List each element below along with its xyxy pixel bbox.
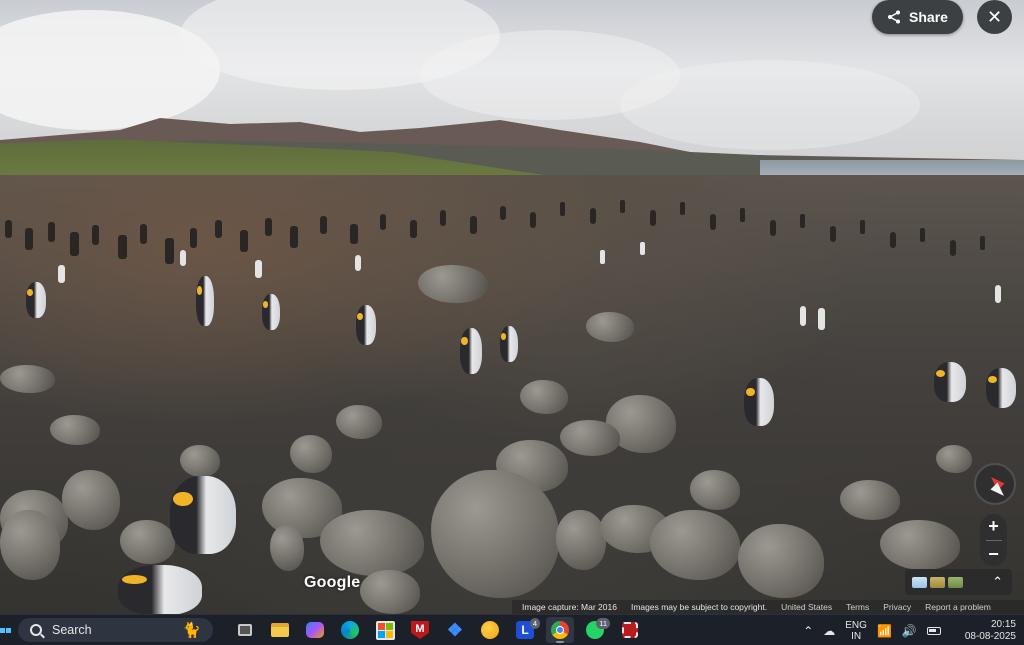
king-penguin — [744, 378, 774, 426]
rock — [62, 470, 120, 530]
rock — [418, 265, 488, 303]
whatsapp-badge: 11 — [596, 618, 610, 629]
rock — [936, 445, 972, 473]
king-penguin — [986, 368, 1016, 408]
terms-link[interactable]: Terms — [846, 602, 869, 612]
zoom-in-button[interactable]: + — [988, 516, 999, 537]
king-penguin — [500, 326, 518, 362]
copyright-notice: Images may be subject to copyright. — [630, 602, 768, 612]
close-button[interactable]: ✕ — [977, 0, 1012, 34]
mcafee-icon[interactable]: M — [406, 617, 434, 643]
image-capture-date: Image capture: Mar 2016 — [522, 602, 617, 612]
volume-icon[interactable]: 🔊 — [902, 624, 917, 638]
zoom-control: + − — [980, 514, 1007, 566]
clock-time: 20:15 — [990, 618, 1016, 630]
zoom-divider — [985, 539, 1002, 541]
share-button[interactable]: Share — [872, 0, 963, 34]
share-label: Share — [909, 9, 948, 25]
system-tray: ⌃ ☁ ENG IN 📶 🔊 20:15 08-08-2025 — [803, 615, 1016, 645]
country-link[interactable]: United States — [781, 602, 832, 612]
imagery-thumbnails[interactable]: ⌃ — [905, 569, 1012, 595]
thumbnail-grass[interactable] — [948, 576, 963, 588]
zoom-out-button[interactable]: − — [988, 544, 999, 565]
app-l-icon[interactable]: L 4 — [511, 617, 540, 643]
rock — [520, 380, 568, 414]
king-penguin — [460, 328, 482, 374]
rock — [180, 445, 220, 477]
clock-date: 08-08-2025 — [964, 630, 1016, 642]
king-penguin — [196, 276, 214, 326]
taskbar-search[interactable]: Search 🐈 — [18, 618, 213, 642]
region-code: IN — [851, 630, 862, 642]
close-icon: ✕ — [986, 6, 1003, 27]
report-problem-link[interactable]: Report a problem — [925, 602, 991, 612]
king-penguin — [170, 476, 236, 554]
language-indicator[interactable]: ENG IN — [845, 620, 867, 642]
king-penguin — [356, 305, 376, 345]
chrome-icon[interactable] — [546, 617, 574, 643]
rock — [586, 312, 634, 342]
battery-icon[interactable] — [926, 626, 941, 635]
compass-icon[interactable] — [974, 463, 1016, 505]
rock — [360, 570, 420, 614]
rock — [50, 415, 100, 445]
file-explorer-icon[interactable] — [266, 617, 294, 643]
start-button[interactable] — [0, 619, 12, 641]
privacy-link[interactable]: Privacy — [883, 602, 911, 612]
king-penguin — [262, 294, 280, 330]
rock — [336, 405, 382, 439]
edge-icon[interactable] — [336, 617, 364, 643]
search-icon — [30, 624, 42, 636]
king-penguin — [118, 565, 202, 614]
penguin-colony — [5, 200, 1001, 330]
attribution-footer: Image capture: Mar 2016 Images may be su… — [512, 600, 1024, 614]
microsoft-store-icon[interactable] — [371, 617, 399, 643]
copilot-icon[interactable] — [301, 617, 329, 643]
search-highlight-icon: 🐈 — [182, 622, 201, 639]
language-code: ENG — [845, 619, 867, 631]
thumbnail-sky[interactable] — [912, 576, 927, 588]
chevron-up-icon[interactable]: ⌃ — [992, 574, 1003, 590]
whatsapp-icon[interactable]: 11 — [581, 617, 610, 643]
rock — [0, 510, 60, 580]
rock — [0, 365, 55, 393]
street-view-panorama[interactable] — [0, 0, 1024, 614]
rock — [290, 435, 332, 473]
active-indicator — [556, 641, 564, 643]
rock — [690, 470, 740, 510]
windows-logo-icon — [0, 627, 5, 633]
thumbnail-ground[interactable] — [930, 576, 945, 588]
dropbox-icon[interactable]: ❖ — [441, 617, 469, 643]
rock — [556, 510, 606, 570]
task-view-icon[interactable] — [231, 617, 259, 643]
app-l-badge: 4 — [529, 618, 540, 629]
rock — [270, 525, 304, 571]
king-penguin — [26, 282, 46, 318]
share-icon — [888, 10, 901, 24]
snipping-tool-icon[interactable] — [616, 617, 644, 643]
clock[interactable]: 20:15 08-08-2025 — [965, 619, 1016, 643]
google-logo: Google — [304, 574, 361, 591]
search-placeholder: Search — [52, 623, 92, 637]
rock — [840, 480, 900, 520]
rock — [560, 420, 620, 456]
chevron-up-icon[interactable]: ⌃ — [803, 624, 813, 638]
windows-taskbar: Search 🐈 M ❖ L 4 11 ⌃ ☁ ENG IN 📶 🔊 20:15… — [0, 614, 1024, 645]
taskbar-apps: M ❖ L 4 11 — [231, 617, 644, 643]
king-penguin — [934, 362, 966, 402]
weather-icon[interactable] — [476, 617, 504, 643]
cloud-sync-icon[interactable]: ☁ — [823, 624, 835, 638]
rock — [120, 520, 175, 564]
wifi-icon[interactable]: 📶 — [877, 624, 892, 638]
